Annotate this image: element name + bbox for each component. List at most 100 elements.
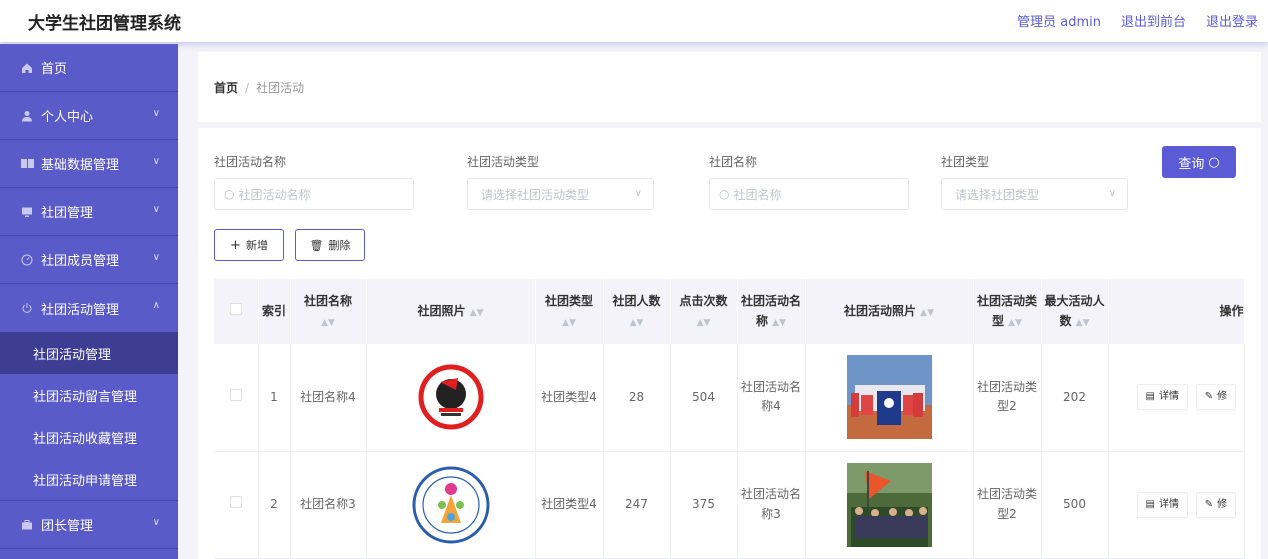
plus-icon: + — [230, 237, 241, 253]
cell-club-name: 社团名称4 — [290, 344, 367, 452]
cell-club-photo — [366, 451, 536, 559]
edit-icon: ✎ — [1204, 498, 1214, 510]
chevron-down-icon: ∨ — [152, 252, 160, 263]
edit-button[interactable]: ✎ 修 — [1195, 384, 1237, 411]
edit-button[interactable]: ✎ 修 — [1195, 491, 1237, 518]
header-ops-label: 操作 — [1219, 303, 1244, 318]
document-icon: ▤ — [1145, 498, 1155, 510]
header-clicks[interactable]: 点击次数 ▲▼ — [670, 279, 738, 344]
sort-icon[interactable]: ▲▼ — [1076, 316, 1090, 330]
table-header-row: 索引 社团名称 ▲▼ 社团照片 ▲▼ 社团类型 ▲▼ 社团人数 ▲▼ 点击次数 ▲▼ 社… — [214, 279, 1245, 344]
header-clicks-label: 点击次数 — [679, 294, 728, 309]
sidebar-item-personal[interactable]: 个人中心 ∨ — [0, 92, 178, 140]
club-name-placeholder: 社团名称 — [733, 187, 782, 202]
header-activity-type-label: 社团活动类型 — [976, 294, 1037, 328]
sidebar-subitem-activity-messages[interactable]: 社团活动留言管理 — [0, 374, 178, 416]
sidebar-item-activity[interactable]: 社团活动管理 ∧ — [0, 284, 178, 332]
search-icon: ○ — [1208, 154, 1220, 170]
delete-button[interactable]: 🗑 删除 — [295, 229, 365, 261]
club-logo-image[interactable] — [418, 364, 484, 430]
sidebar-subitem-activity-favorites[interactable]: 社团活动收藏管理 — [0, 416, 178, 458]
header-ops: 操作 — [1108, 279, 1245, 344]
document-icon: ▤ — [1145, 391, 1155, 403]
user-icon — [20, 109, 34, 123]
chevron-down-icon: ∨ — [152, 204, 160, 215]
sort-icon[interactable]: ▲▼ — [470, 306, 484, 320]
row-select-cell — [214, 344, 259, 452]
sort-icon[interactable]: ▲▼ — [1008, 316, 1022, 330]
sidebar-subitem-activity-applications[interactable]: 社团活动申请管理 — [0, 458, 178, 500]
sort-icon[interactable]: ▲▼ — [321, 316, 335, 330]
activity-photo-image[interactable] — [846, 462, 932, 547]
club-type-label: 社团类型 — [941, 155, 990, 169]
activity-type-select[interactable]: 请选择社团活动类型 ∨ — [467, 178, 654, 210]
cell-max-people: 500 — [1041, 451, 1109, 559]
sort-icon[interactable]: ▲▼ — [920, 306, 934, 320]
header-index-label: 索引 — [261, 303, 286, 318]
cell-activity-type: 社团活动类型2 — [973, 344, 1042, 452]
sidebar-item-basic-data[interactable]: 基础数据管理 ∨ — [0, 140, 178, 188]
header-club-name-label: 社团名称 — [303, 294, 352, 309]
sidebar-item-leader[interactable]: 团长管理 ∨ — [0, 501, 178, 549]
detail-button[interactable]: ▤ 详情 — [1136, 491, 1188, 518]
header-activity-type[interactable]: 社团活动类型 ▲▼ — [973, 279, 1042, 344]
edit-button-label: 修 — [1217, 498, 1228, 510]
breadcrumb-separator: / — [245, 81, 250, 95]
header-activity-name-label: 社团活动名称 — [740, 294, 801, 328]
chevron-down-icon: ∨ — [1108, 188, 1116, 199]
chevron-down-icon: ∨ — [634, 188, 642, 199]
sidebar-item-label: 社团活动管理 — [41, 302, 120, 318]
select-all-checkbox[interactable] — [229, 302, 242, 315]
breadcrumb-home[interactable]: 首页 — [214, 81, 238, 95]
home-icon — [20, 61, 34, 75]
header-max-people[interactable]: 最大活动人数 ▲▼ — [1041, 279, 1109, 344]
monitor-icon — [20, 205, 34, 219]
cell-activity-name: 社团活动名称4 — [737, 344, 806, 452]
main-content: 社团活动名称 ○ 社团活动名称 社团活动类型 请选择社团活动类型 ∨ 社团名称 ○… — [198, 128, 1261, 559]
header-club-photo-label: 社团照片 — [417, 303, 466, 318]
cell-index: 2 — [258, 451, 291, 559]
row-checkbox[interactable] — [229, 388, 242, 401]
cell-ops: ▤ 详情 ✎ 修 — [1108, 451, 1245, 559]
activity-photo-image[interactable] — [846, 355, 932, 440]
header-club-type[interactable]: 社团类型 ▲▼ — [535, 279, 604, 344]
detail-button[interactable]: ▤ 详情 — [1136, 384, 1188, 411]
query-button[interactable]: 查询 ○ — [1162, 146, 1236, 178]
sidebar-item-members[interactable]: 社团成员管理 ∨ — [0, 236, 178, 284]
row-checkbox[interactable] — [229, 495, 242, 508]
header-activity-name[interactable]: 社团活动名称 ▲▼ — [737, 279, 806, 344]
sort-icon[interactable]: ▲▼ — [562, 316, 576, 330]
add-button[interactable]: + 新增 — [214, 229, 284, 261]
activity-table: 索引 社团名称 ▲▼ 社团照片 ▲▼ 社团类型 ▲▼ 社团人数 ▲▼ 点击次数 ▲▼ 社… — [214, 279, 1245, 559]
sidebar-subitem-activity-manage[interactable]: 社团活动管理 — [0, 332, 178, 374]
logout-link[interactable]: 退出登录 — [1206, 11, 1258, 30]
header-activity-photo[interactable]: 社团活动照片 ▲▼ — [805, 279, 974, 344]
club-type-select[interactable]: 请选择社团类型 ∨ — [941, 178, 1128, 210]
sidebar-item-label: 基础数据管理 — [41, 158, 120, 173]
club-logo-image[interactable] — [411, 465, 491, 545]
club-name-input[interactable]: ○ 社团名称 — [709, 178, 909, 210]
edit-button-label: 修 — [1217, 391, 1228, 403]
sidebar-item-club[interactable]: 社团管理 ∨ — [0, 188, 178, 236]
sort-icon[interactable]: ▲▼ — [697, 316, 711, 330]
header-index: 索引 — [258, 279, 291, 344]
sort-icon[interactable]: ▲▼ — [630, 316, 644, 330]
add-button-label: 新增 — [245, 239, 268, 252]
header-club-photo[interactable]: 社团照片 ▲▼ — [366, 279, 536, 344]
cell-activity-type: 社团活动类型2 — [973, 451, 1042, 559]
delete-button-label: 删除 — [328, 239, 351, 252]
header-club-name[interactable]: 社团名称 ▲▼ — [290, 279, 367, 344]
activity-name-input[interactable]: ○ 社团活动名称 — [214, 178, 414, 210]
club-type-placeholder: 请选择社团类型 — [955, 187, 1040, 202]
sidebar-item-label: 社团成员管理 — [41, 254, 120, 269]
to-front-link[interactable]: 退出到前台 — [1121, 11, 1186, 30]
sort-icon[interactable]: ▲▼ — [772, 316, 786, 330]
sidebar: 首页 个人中心 ∨ 基础数据管理 ∨ 社团管理 ∨ 社团成员管理 ∨ 社团活动管… — [0, 44, 178, 559]
admin-link[interactable]: 管理员 admin — [1017, 11, 1101, 30]
sidebar-item-home[interactable]: 首页 — [0, 44, 178, 92]
compass-icon — [20, 253, 34, 267]
cell-max-people: 202 — [1041, 344, 1109, 452]
header-members[interactable]: 社团人数 ▲▼ — [603, 279, 671, 344]
breadcrumb-card: 首页 / 社团活动 — [198, 52, 1261, 122]
briefcase-icon — [20, 518, 34, 532]
